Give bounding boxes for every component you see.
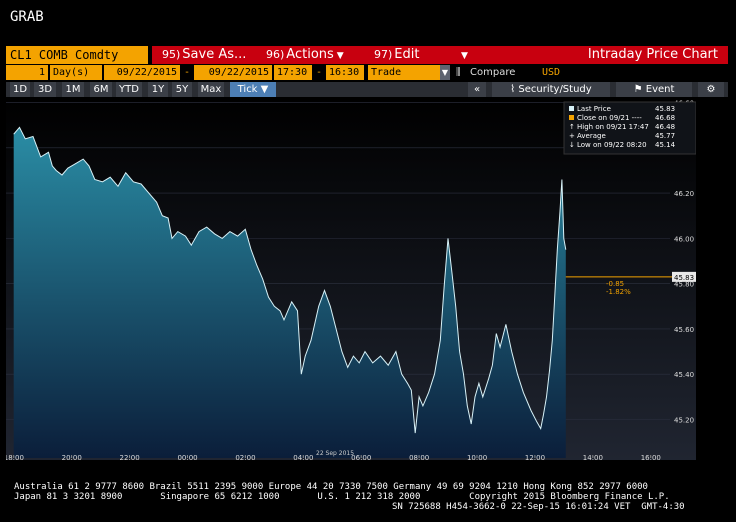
collapse-icon[interactable]: « bbox=[468, 82, 486, 97]
range-button-6m[interactable]: 6M bbox=[90, 82, 112, 97]
security-ticker-field[interactable]: CL1 COMB Comdty bbox=[6, 46, 148, 64]
legend-low-label: Low on 09/22 08:20 bbox=[577, 141, 647, 149]
range-button-5y[interactable]: 5Y bbox=[172, 82, 192, 97]
last-price-swatch bbox=[569, 106, 574, 111]
legend-low-value: 45.14 bbox=[655, 141, 676, 149]
x-tick-label: 18:00 bbox=[6, 454, 24, 460]
chart-line-icon: ⌇ bbox=[510, 84, 516, 95]
period-unit-field[interactable]: Day(s) bbox=[50, 65, 102, 80]
y-tick-label: 46.20 bbox=[674, 190, 694, 198]
y-tick-label: 46.00 bbox=[674, 235, 694, 243]
save-as-button[interactable]: 95) Save As... bbox=[162, 46, 246, 64]
footer-serial: SN 725688 H454-3662-0 22-Sep-15 16:01:24… bbox=[392, 502, 685, 512]
field-select[interactable]: Trade bbox=[368, 65, 440, 80]
compare-icon: ⫼ bbox=[456, 67, 461, 78]
main-toolbar: CL1 COMB Comdty 95) Save As... 96) Actions… bbox=[6, 46, 728, 64]
y-tick-label: 45.60 bbox=[674, 326, 694, 334]
y-tick-label: 45.40 bbox=[674, 371, 694, 379]
last-price-tag-text: 45.83 bbox=[674, 274, 694, 282]
chevron-down-icon[interactable]: ▼ bbox=[440, 65, 450, 80]
price-chart-svg: 45.2045.4045.6045.8046.0046.2046.4046.60… bbox=[4, 98, 697, 462]
range-button-1m[interactable]: 1M bbox=[62, 82, 84, 97]
date-separator: - bbox=[184, 67, 191, 78]
legend-close-value: 46.68 bbox=[655, 114, 675, 122]
chevron-down-icon: ▼ bbox=[260, 84, 269, 95]
period-count-field[interactable]: 1 bbox=[6, 65, 48, 80]
parameters-bar: 1 Day(s) 09/22/2015 - 09/22/2015 17:30 -… bbox=[6, 65, 728, 81]
price-chart[interactable]: 45.2045.4045.6045.8046.0046.2046.4046.60… bbox=[4, 98, 697, 462]
legend-average-label: Average bbox=[577, 132, 606, 140]
range-button-1y[interactable]: 1Y bbox=[148, 82, 168, 97]
y-tick-label: 45.20 bbox=[674, 417, 694, 425]
save-as-shortcut: 95) bbox=[162, 48, 181, 61]
flag-icon: ⚑ bbox=[633, 84, 643, 95]
security-study-label: Security/Study bbox=[518, 84, 592, 95]
edit-label: Edit bbox=[394, 47, 420, 62]
price-change: -0.85 bbox=[606, 280, 624, 288]
action-bar: 95) Save As... 96) Actions ▼ 97) Edit ▼ Intr… bbox=[152, 46, 728, 64]
event-button[interactable]: ⚑ Event bbox=[616, 82, 692, 97]
actions-menu-button[interactable]: 96) Actions ▼ bbox=[266, 46, 344, 64]
edit-shortcut: 97) bbox=[374, 48, 393, 61]
save-as-label: Save As... bbox=[182, 47, 247, 62]
legend-high-value: 46.48 bbox=[655, 123, 675, 131]
range-button-max[interactable]: Max bbox=[198, 82, 224, 97]
legend: Last Price 45.83 Close on 09/21 ---- 46.… bbox=[563, 101, 697, 155]
range-bar: 1D 3D 1M 6M YTD 1Y 5Y Max Tick ▼ « ⌇ Sec… bbox=[6, 82, 728, 97]
tick-label: Tick bbox=[237, 84, 258, 95]
footer-contacts-2: Japan 81 3 3201 8900 Singapore 65 6212 1… bbox=[14, 492, 670, 502]
end-time-field[interactable]: 16:30 bbox=[326, 65, 364, 80]
range-button-3d[interactable]: 3D bbox=[34, 82, 56, 97]
end-date-field[interactable]: 09/22/2015 bbox=[194, 65, 272, 80]
average-icon: + bbox=[569, 132, 575, 140]
start-date-field[interactable]: 09/22/2015 bbox=[104, 65, 180, 80]
actions-shortcut: 96) bbox=[266, 48, 285, 61]
footer-contacts-1: Australia 61 2 9777 8600 Brazil 5511 239… bbox=[14, 482, 648, 492]
gear-icon[interactable]: ⚙ bbox=[698, 82, 724, 97]
legend-last-price-value: 45.83 bbox=[655, 105, 675, 113]
currency-field[interactable]: USD bbox=[542, 65, 560, 80]
legend-high-label: High on 09/21 17:47 bbox=[577, 123, 649, 131]
chevron-down-icon: ▼ bbox=[336, 51, 344, 61]
range-button-ytd[interactable]: YTD bbox=[116, 82, 142, 97]
view-title: Intraday Price Chart bbox=[587, 47, 718, 62]
high-arrow-icon: ↑ bbox=[569, 123, 575, 131]
legend-close-label: Close on 09/21 ---- bbox=[577, 114, 642, 122]
time-separator: - bbox=[316, 67, 323, 78]
legend-average-value: 45.77 bbox=[655, 132, 675, 140]
start-time-field[interactable]: 17:30 bbox=[274, 65, 312, 80]
legend-last-price-label: Last Price bbox=[577, 105, 611, 113]
event-label: Event bbox=[645, 84, 675, 95]
tick-dropdown[interactable]: Tick ▼ bbox=[230, 82, 276, 97]
date-marker: 22 Sep 2015 bbox=[316, 450, 354, 457]
low-arrow-icon: ↓ bbox=[569, 141, 575, 149]
security-study-button[interactable]: ⌇ Security/Study bbox=[492, 82, 610, 97]
chevron-down-icon[interactable]: ▼ bbox=[458, 46, 468, 64]
compare-button[interactable]: Compare bbox=[470, 65, 515, 80]
price-change-pct: -1.82% bbox=[606, 288, 631, 296]
range-button-1d[interactable]: 1D bbox=[10, 82, 30, 97]
actions-label: Actions bbox=[286, 47, 334, 62]
edit-menu-button[interactable]: 97) Edit bbox=[374, 46, 419, 64]
close-swatch bbox=[569, 115, 574, 120]
window-title: GRAB bbox=[10, 9, 44, 25]
